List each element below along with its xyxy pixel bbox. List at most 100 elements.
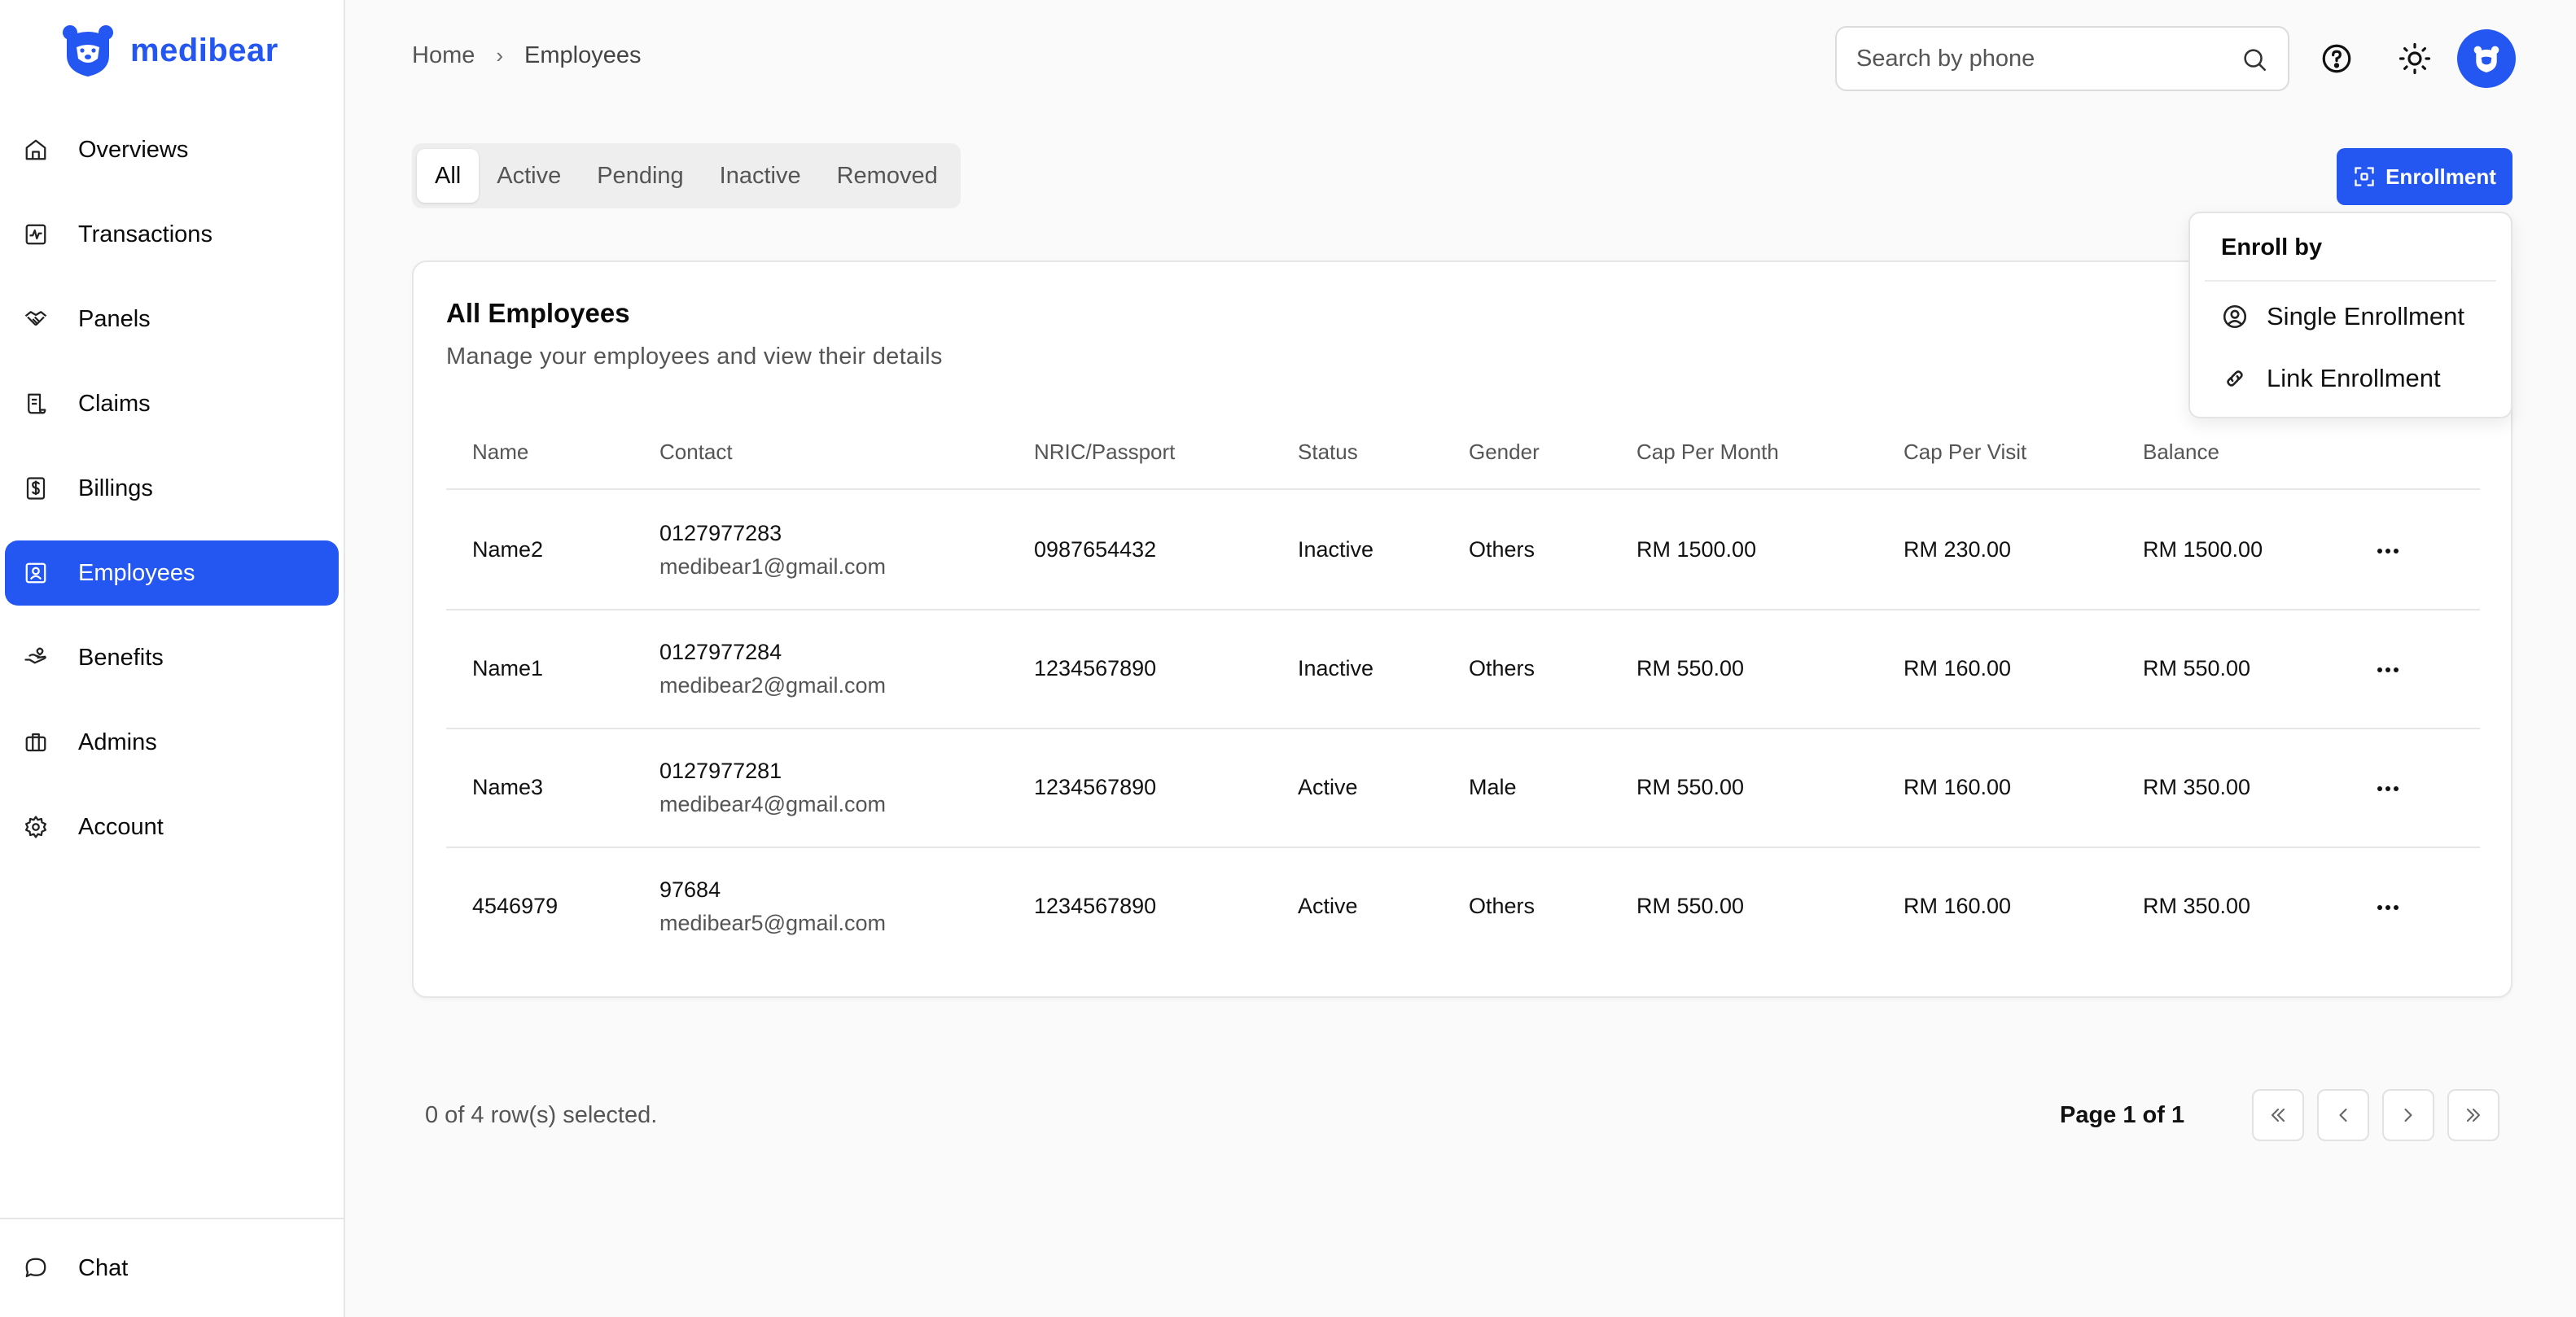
cell-cap-per-visit: RM 160.00 xyxy=(1904,775,2012,799)
sidebar-item-transactions[interactable]: Transactions xyxy=(5,202,339,267)
cell-phone: 97684 xyxy=(659,877,721,902)
cell-name: Name3 xyxy=(472,775,544,799)
sidebar-item-label: Transactions xyxy=(78,221,212,247)
sidebar-item-employees[interactable]: Employees xyxy=(5,540,339,606)
sun-icon xyxy=(2399,42,2431,75)
sidebar-item-billings[interactable]: Billings xyxy=(5,456,339,521)
sidebar-item-claims[interactable]: Claims xyxy=(5,371,339,436)
table-row[interactable]: 4546979 97684 medibear5@gmail.com 123456… xyxy=(446,848,2480,967)
cell-phone: 0127977284 xyxy=(659,640,782,664)
column-header-balance[interactable]: Balance xyxy=(2143,440,2219,465)
tab-inactive[interactable]: Inactive xyxy=(702,149,819,203)
cell-balance: RM 350.00 xyxy=(2143,894,2251,918)
search-input[interactable] xyxy=(1856,45,2231,72)
brand-name: medibear xyxy=(130,32,278,68)
tab-active[interactable]: Active xyxy=(479,149,579,203)
cell-balance: RM 550.00 xyxy=(2143,656,2251,680)
sidebar-item-benefits[interactable]: Benefits xyxy=(5,625,339,690)
column-header-contact[interactable]: Contact xyxy=(659,440,733,465)
sidebar-item-label: Billings xyxy=(78,475,153,501)
card-title: All Employees xyxy=(446,298,630,328)
scan-icon xyxy=(2355,167,2374,186)
column-header-name[interactable]: Name xyxy=(472,440,528,465)
cell-gender: Others xyxy=(1469,537,1536,562)
cell-contact: 0127977284 medibear2@gmail.com xyxy=(659,640,886,698)
cell-status: Inactive xyxy=(1298,656,1374,680)
cell-nric: 1234567890 xyxy=(1034,775,1157,799)
sidebar-item-label: Claims xyxy=(78,390,151,417)
menu-item-link-enrollment[interactable]: Link Enrollment xyxy=(2205,350,2499,407)
cell-cap-per-month: RM 1500.00 xyxy=(1636,537,1757,562)
billing-dollar-icon xyxy=(21,474,50,503)
cell-status: Active xyxy=(1298,894,1358,918)
first-page-button[interactable] xyxy=(2252,1089,2304,1141)
sidebar-item-label: Chat xyxy=(78,1254,129,1281)
cell-gender: Others xyxy=(1469,894,1536,918)
column-header-nric[interactable]: NRIC/Passport xyxy=(1034,440,1175,465)
row-actions-button[interactable] xyxy=(2368,532,2408,570)
cell-cap-per-visit: RM 160.00 xyxy=(1904,656,2012,680)
link-icon xyxy=(2227,370,2243,387)
help-circle-icon xyxy=(2322,44,2351,73)
table-row[interactable]: Name1 0127977284 medibear2@gmail.com 123… xyxy=(446,610,2480,729)
menu-item-label: Single Enrollment xyxy=(2267,302,2464,330)
menu-item-single-enrollment[interactable]: Single Enrollment xyxy=(2205,288,2499,345)
cell-status: Inactive xyxy=(1298,537,1374,562)
tab-pending[interactable]: Pending xyxy=(579,149,701,203)
cell-status: Active xyxy=(1298,775,1358,799)
column-header-status[interactable]: Status xyxy=(1298,440,1358,465)
cell-cap-per-month: RM 550.00 xyxy=(1636,656,1745,680)
bear-avatar-icon xyxy=(2473,46,2499,72)
transactions-icon xyxy=(21,220,50,249)
card-subtitle: Manage your employees and view their det… xyxy=(446,343,943,370)
cell-nric: 1234567890 xyxy=(1034,894,1157,918)
more-horizontal-icon xyxy=(2377,667,2399,672)
column-header-cap-per-visit[interactable]: Cap Per Visit xyxy=(1904,440,2026,465)
sidebar-item-panels[interactable]: Panels xyxy=(5,287,339,352)
theme-toggle-button[interactable] xyxy=(2392,36,2438,81)
benefits-hand-icon xyxy=(21,643,50,672)
column-header-cap-per-month[interactable]: Cap Per Month xyxy=(1636,440,1779,465)
menu-divider xyxy=(2205,280,2496,282)
cell-email: medibear5@gmail.com xyxy=(659,911,887,935)
sidebar-item-account[interactable]: Account xyxy=(5,794,339,860)
handshake-icon xyxy=(21,304,50,334)
sidebar-item-overviews[interactable]: Overviews xyxy=(5,117,339,182)
cell-contact: 97684 medibear5@gmail.com xyxy=(659,877,886,936)
cell-cap-per-month: RM 550.00 xyxy=(1636,894,1745,918)
breadcrumb-home-link[interactable]: Home xyxy=(412,42,475,69)
table-header: Name Contact NRIC/Passport Status Gender… xyxy=(446,425,2480,490)
tab-removed[interactable]: Removed xyxy=(819,149,956,203)
receipt-icon xyxy=(21,389,50,418)
row-actions-button[interactable] xyxy=(2368,889,2408,926)
sidebar-item-admins[interactable]: Admins xyxy=(5,710,339,775)
help-button[interactable] xyxy=(2314,36,2359,81)
enrollment-button[interactable]: Enrollment xyxy=(2337,148,2512,205)
chevrons-right-icon xyxy=(2466,1108,2481,1122)
tab-all[interactable]: All xyxy=(417,149,480,203)
sidebar-item-label: Employees xyxy=(78,559,195,586)
briefcase-icon xyxy=(21,728,50,757)
previous-page-button[interactable] xyxy=(2317,1089,2369,1141)
row-actions-button[interactable] xyxy=(2368,651,2408,689)
more-horizontal-icon xyxy=(2377,549,2399,553)
search-box xyxy=(1835,26,2289,91)
table-row[interactable]: Name3 0127977281 medibear4@gmail.com 123… xyxy=(446,729,2480,848)
cell-phone: 0127977283 xyxy=(659,521,782,545)
sidebar-item-chat[interactable]: Chat xyxy=(5,1236,339,1301)
column-header-gender[interactable]: Gender xyxy=(1469,440,1540,465)
cell-balance: RM 350.00 xyxy=(2143,775,2251,799)
cell-gender: Others xyxy=(1469,656,1536,680)
next-page-button[interactable] xyxy=(2382,1089,2434,1141)
table-row[interactable]: Name2 0127977283 medibear1@gmail.com 098… xyxy=(446,492,2480,610)
search-icon[interactable] xyxy=(2241,46,2268,73)
sidebar: medibear Overviews Transactions Panels C… xyxy=(0,0,345,1317)
avatar[interactable] xyxy=(2457,29,2516,88)
enroll-dropdown-menu: Enroll by Single Enrollment Link Enrollm… xyxy=(2188,212,2512,418)
home-icon xyxy=(21,135,50,164)
cell-name: 4546979 xyxy=(472,894,559,918)
last-page-button[interactable] xyxy=(2447,1089,2499,1141)
brand-logo[interactable]: medibear xyxy=(62,23,278,78)
row-actions-button[interactable] xyxy=(2368,770,2408,807)
sidebar-item-label: Panels xyxy=(78,305,151,332)
